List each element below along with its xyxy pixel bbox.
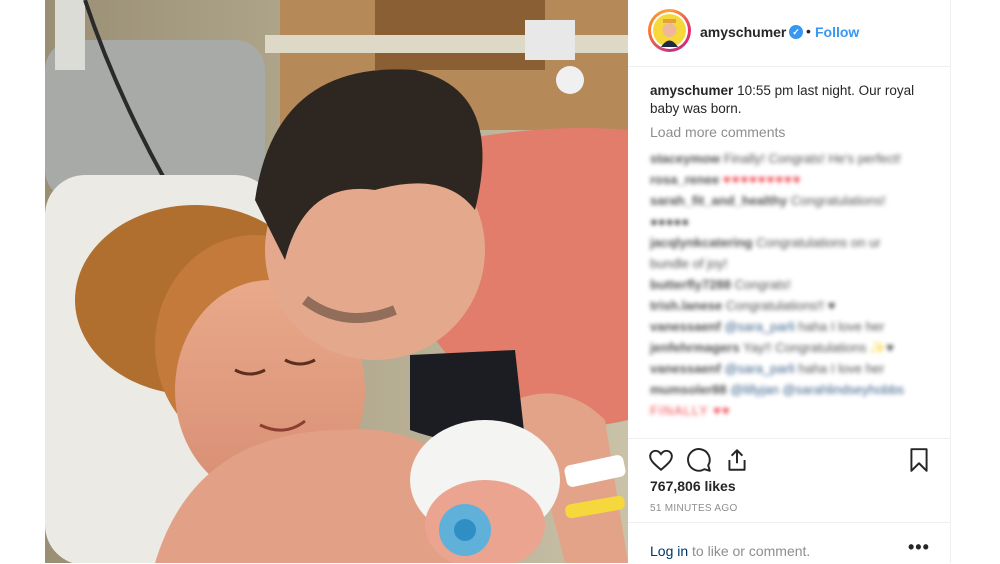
login-link[interactable]: Log in xyxy=(650,543,688,559)
comment-item: FINALLY ♥♥ xyxy=(650,400,935,421)
share-icon[interactable] xyxy=(724,447,750,473)
comment-username[interactable]: sarah_fit_and_healthy xyxy=(650,193,787,208)
post-photo[interactable] xyxy=(45,0,628,563)
login-prompt: Log in to like or comment. xyxy=(650,543,810,559)
comment-text: haha I love her xyxy=(798,361,885,376)
heart-icon[interactable] xyxy=(648,447,674,473)
like-count[interactable]: 767,806 likes xyxy=(650,478,736,494)
follow-button[interactable]: Follow xyxy=(815,24,859,40)
comment-item: mumsoler88 @lillyjan @sarahlindseyhobbs xyxy=(650,379,935,400)
comment-username[interactable]: jacqlynkcatering xyxy=(650,235,753,250)
comment-username[interactable]: mumsoler88 xyxy=(650,382,727,397)
post-timestamp[interactable]: 51 MINUTES AGO xyxy=(650,503,738,514)
comment-item: bundle of joy! xyxy=(650,253,935,274)
comment-username[interactable]: vanessaenf xyxy=(650,361,721,376)
comment-username[interactable]: jenfehrmagers xyxy=(650,340,740,355)
comment-item: vanessaenf @sara_parli haha I love her xyxy=(650,358,935,379)
comment-username[interactable]: trish.lanese xyxy=(650,298,722,313)
post-header: amyschumer ✓ • Follow xyxy=(628,0,950,67)
comment-icon[interactable] xyxy=(686,447,712,473)
comment-text: Finally! Congrats! He's perfect! xyxy=(723,151,902,166)
comment-item: butterfly7288 Congrats! xyxy=(650,274,935,295)
post-caption: amyschumer 10:55 pm last night. Our roya… xyxy=(650,82,930,118)
comment-text: ♥♥♥♥♥♥♥♥♥ xyxy=(723,172,802,187)
post-footer: Log in to like or comment. ••• xyxy=(628,522,950,564)
avatar-illustration xyxy=(653,14,686,47)
comment-text: Congratulations! xyxy=(790,193,886,208)
comment-username[interactable]: rosa_renee xyxy=(650,172,719,187)
comment-item: vanessaenf @sara_parli haha I love her xyxy=(650,316,935,337)
comment-item: jacqlynkcatering Congratulations on ur xyxy=(650,232,935,253)
username[interactable]: amyschumer xyxy=(700,24,786,40)
comment-mention[interactable]: @sara_parli xyxy=(724,361,794,376)
caption-username[interactable]: amyschumer xyxy=(650,83,733,98)
comment-item: trish.lanese Congratulations!! ♥ xyxy=(650,295,935,316)
comment-username[interactable]: staceymow xyxy=(650,151,720,166)
more-options-icon[interactable]: ••• xyxy=(908,537,930,558)
comment-mention[interactable]: @sara_parli xyxy=(724,319,794,334)
load-more-comments-button[interactable]: Load more comments xyxy=(650,124,785,140)
comment-text: Congrats! xyxy=(734,277,791,292)
comment-item: ●●●●● xyxy=(650,211,935,232)
post-sidebar: amyschumer ✓ • Follow amyschumer 10:55 p… xyxy=(628,0,951,563)
verified-badge-icon: ✓ xyxy=(789,25,803,39)
comment-text: bundle of joy! xyxy=(650,256,728,271)
comment-item: rosa_renee ♥♥♥♥♥♥♥♥♥ xyxy=(650,169,935,190)
comment-text[interactable]: @sarahlindseyhobbs xyxy=(782,382,904,397)
photo-illustration xyxy=(45,0,628,563)
login-suffix: to like or comment. xyxy=(692,543,811,559)
comment-username[interactable]: vanessaenf xyxy=(650,319,721,334)
comment-username[interactable]: butterfly7288 xyxy=(650,277,731,292)
comment-text: haha I love her xyxy=(798,319,885,334)
comment-text: Yay!! Congratulations ✨♥ xyxy=(742,340,894,355)
comment-item: staceymow Finally! Congrats! He's perfec… xyxy=(650,148,935,169)
comment-item: sarah_fit_and_healthy Congratulations! xyxy=(650,190,935,211)
comment-mention[interactable]: @lillyjan xyxy=(730,382,779,397)
comment-text: Congratulations!! ♥ xyxy=(725,298,836,313)
separator-dot: • xyxy=(806,23,811,39)
comment-text: FINALLY ♥♥ xyxy=(650,403,731,418)
bookmark-icon[interactable] xyxy=(906,447,932,473)
avatar[interactable] xyxy=(648,9,691,52)
comment-text: ●●●●● xyxy=(650,214,690,229)
comments-list: staceymow Finally! Congrats! He's perfec… xyxy=(650,148,935,421)
comment-text: Congratulations on ur xyxy=(756,235,881,250)
comment-item: jenfehrmagers Yay!! Congratulations ✨♥ xyxy=(650,337,935,358)
action-bar xyxy=(628,438,950,479)
